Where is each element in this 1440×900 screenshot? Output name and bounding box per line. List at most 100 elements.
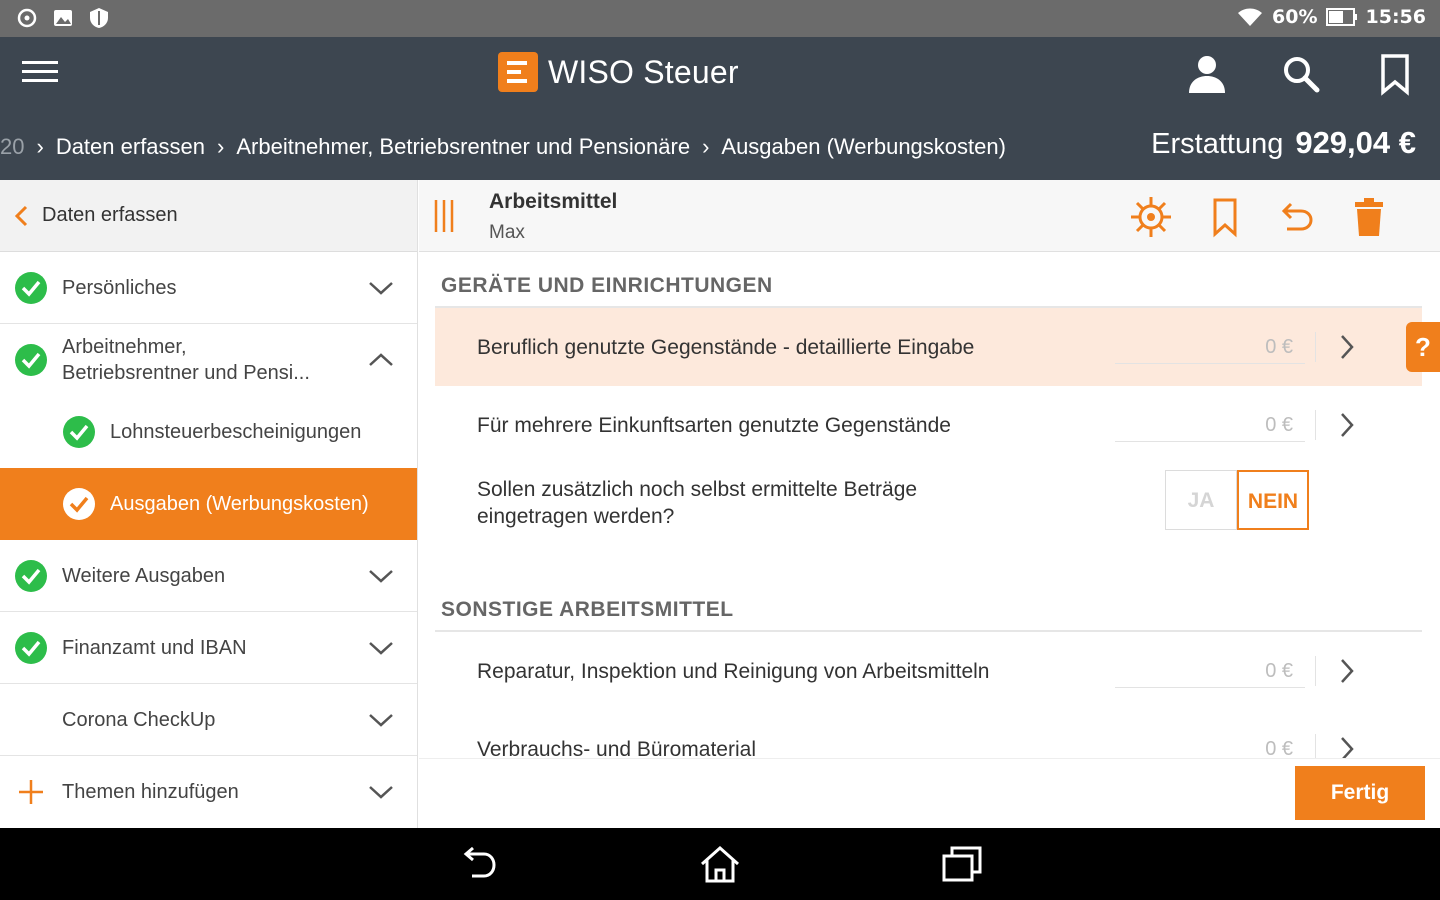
battery-icon: [1325, 8, 1357, 26]
row-beruflich-genutzte[interactable]: Beruflich genutzte Gegenstände - detaill…: [435, 308, 1422, 386]
question-line-1: Sollen zusätzlich noch selbst ermittelte…: [477, 478, 918, 501]
breadcrumb-ausgaben[interactable]: Ausgaben (Werbungskosten): [721, 134, 1006, 160]
image-icon: [52, 6, 74, 30]
row-mehrere-einkunftsarten[interactable]: Für mehrere Einkunftsarten genutzte Gege…: [435, 386, 1422, 464]
status-icons-right: 60% 15:56: [1236, 6, 1426, 28]
breadcrumb-prefix[interactable]: 20: [0, 134, 24, 160]
row-reparatur[interactable]: Reparatur, Inspektion und Reinigung von …: [435, 632, 1422, 710]
page-title: Arbeitsmittel: [489, 190, 618, 213]
sidebar-item-themen-hinzufuegen[interactable]: Themen hinzufügen: [0, 756, 417, 828]
yes-no-toggle: JA NEIN: [1165, 470, 1309, 530]
sidebar-item-label: Corona CheckUp: [62, 709, 216, 731]
app-title: WISO Steuer: [548, 53, 739, 90]
check-circle-icon: [63, 488, 95, 520]
divider: [1315, 410, 1316, 440]
bookmark-icon[interactable]: [1201, 194, 1249, 240]
virus-icon[interactable]: [1127, 194, 1175, 240]
sidebar-item-label: Arbeitnehmer, Betriebsrentner und Pensi.…: [62, 334, 310, 386]
refund-value: 929,04 €: [1295, 125, 1416, 160]
sidebar-back-button[interactable]: Daten erfassen: [0, 180, 417, 252]
section-title-sonstige: SONSTIGE ARBEITSMITTEL: [441, 598, 734, 621]
row-verbrauchsmaterial[interactable]: Verbrauchs- und Büromaterial 0 €: [435, 710, 1422, 758]
recent-apps-icon[interactable]: [940, 844, 984, 884]
main-header: Arbeitsmittel Max: [419, 180, 1440, 252]
amount-field[interactable]: 0 €: [1115, 408, 1305, 442]
check-circle-icon: [15, 344, 47, 376]
app-brand: WISO Steuer: [498, 52, 739, 92]
sidebar-item-weitere-ausgaben[interactable]: Weitere Ausgaben: [0, 540, 417, 612]
sidebar-item-label: Ausgaben (Werbungskosten): [110, 493, 369, 515]
sidebar-item-label: Themen hinzufügen: [62, 781, 239, 803]
search-icon[interactable]: [1278, 51, 1324, 97]
toggle-no-button[interactable]: NEIN: [1237, 470, 1309, 530]
sidebar-item-arbeitnehmer[interactable]: Arbeitnehmer, Betriebsrentner und Pensi.…: [0, 324, 417, 396]
row-label: Verbrauchs- und Büromaterial: [477, 738, 756, 758]
chevron-right-icon[interactable]: [1337, 735, 1357, 758]
check-circle-icon: [15, 272, 47, 304]
row-question-zusaetzlich: Sollen zusätzlich noch selbst ermittelte…: [435, 464, 1422, 554]
refund-label: Erstattung: [1151, 128, 1284, 160]
sidebar-item-label: Lohnsteuerbescheinigungen: [110, 421, 362, 443]
page-subtitle: Max: [489, 222, 525, 243]
chevron-down-icon[interactable]: [367, 783, 395, 801]
row-label: Reparatur, Inspektion und Reinigung von …: [477, 660, 990, 683]
label-line-1: Arbeitnehmer,: [62, 336, 187, 358]
undo-icon[interactable]: [1271, 194, 1319, 240]
sidebar-item-persoenliches[interactable]: Persönliches: [0, 252, 417, 324]
trash-icon[interactable]: [1345, 194, 1393, 240]
status-bar: 60% 15:56: [0, 0, 1440, 37]
drag-handle-icon[interactable]: [433, 198, 455, 234]
chevron-right-icon: ›: [217, 134, 225, 159]
battery-percent: 60%: [1272, 6, 1318, 28]
chevron-right-icon: ›: [36, 134, 44, 159]
sidebar-item-ausgaben[interactable]: Ausgaben (Werbungskosten): [0, 468, 417, 540]
app-bar: WISO Steuer 20 › Daten erfassen › Arbeit…: [0, 37, 1440, 180]
chevron-down-icon[interactable]: [367, 279, 395, 297]
row-label: Beruflich genutzte Gegenstände - detaill…: [477, 336, 975, 359]
row-label: Für mehrere Einkunftsarten genutzte Gege…: [477, 414, 951, 437]
question-text: Sollen zusätzlich noch selbst ermittelte…: [477, 476, 917, 530]
refund-display[interactable]: Erstattung 929,04 €: [1151, 125, 1416, 161]
sidebar-item-corona[interactable]: Corona CheckUp: [0, 684, 417, 756]
sidebar-group-arbeitnehmer: Arbeitnehmer, Betriebsrentner und Pensi.…: [0, 324, 417, 540]
section-title-geraete: GERÄTE UND EINRICHTUNGEN: [441, 274, 773, 297]
sidebar-back-label: Daten erfassen: [42, 204, 178, 226]
sidebar: Daten erfassen Persönliches Arbeitnehmer…: [0, 180, 418, 828]
chevron-down-icon[interactable]: [367, 567, 395, 585]
chevron-up-icon[interactable]: [367, 351, 395, 369]
chevron-right-icon: ›: [702, 134, 710, 159]
back-icon[interactable]: [456, 844, 500, 884]
check-circle-icon: [15, 632, 47, 664]
sidebar-item-lohnsteuer[interactable]: Lohnsteuerbescheinigungen: [0, 396, 417, 468]
breadcrumb: 20 › Daten erfassen › Arbeitnehmer, Betr…: [0, 129, 1006, 165]
bookmark-icon[interactable]: [1372, 51, 1418, 97]
home-icon[interactable]: [698, 844, 742, 884]
chevron-down-icon[interactable]: [367, 711, 395, 729]
divider: [1315, 734, 1316, 758]
breadcrumb-arbeitnehmer[interactable]: Arbeitnehmer, Betriebsrentner und Pensio…: [236, 134, 690, 160]
chevron-right-icon[interactable]: [1337, 411, 1357, 439]
sidebar-item-finanzamt[interactable]: Finanzamt und IBAN: [0, 612, 417, 684]
sidebar-item-label: Weitere Ausgaben: [62, 565, 226, 587]
label-line-2: Betriebsrentner und Pensi...: [62, 362, 310, 384]
chevron-right-icon[interactable]: [1337, 333, 1357, 361]
sidebar-item-label: Persönliches: [62, 277, 177, 299]
sidebar-item-label: Finanzamt und IBAN: [62, 637, 247, 659]
wifi-icon: [1238, 8, 1263, 26]
chevron-down-icon[interactable]: [367, 639, 395, 657]
toggle-yes-button[interactable]: JA: [1165, 470, 1237, 530]
amount-field[interactable]: 0 €: [1115, 732, 1305, 758]
done-button[interactable]: Fertig: [1295, 766, 1425, 820]
help-button[interactable]: ?: [1406, 322, 1440, 372]
check-circle-icon: [63, 416, 95, 448]
user-icon[interactable]: [1184, 51, 1230, 97]
amount-field[interactable]: 0 €: [1115, 654, 1305, 688]
chevron-right-icon[interactable]: [1337, 657, 1357, 685]
clock: 15:56: [1365, 6, 1426, 28]
wiso-logo-icon: [498, 52, 538, 92]
amount-field[interactable]: 0 €: [1115, 330, 1305, 364]
breadcrumb-daten-erfassen[interactable]: Daten erfassen: [56, 134, 205, 160]
system-nav-bar: [0, 828, 1440, 900]
menu-icon[interactable]: [22, 61, 58, 85]
main-content: Arbeitsmittel Max GERÄTE UND EINRICHTUNG…: [419, 180, 1440, 828]
